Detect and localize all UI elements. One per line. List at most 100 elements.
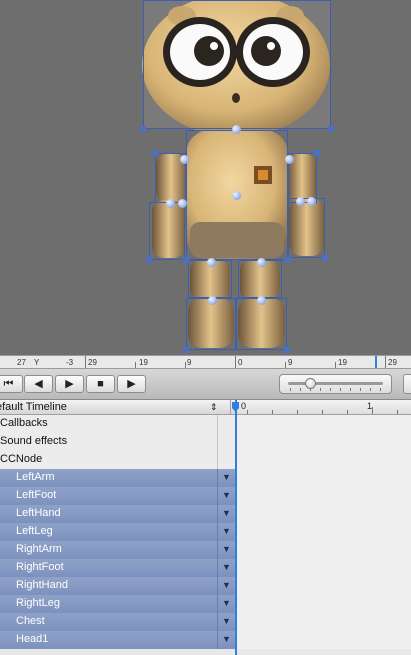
ruler-tick-label: 9 [187, 358, 192, 367]
time-tick [397, 410, 398, 414]
keyframe-track[interactable] [235, 631, 411, 649]
disclosure-arrow-icon[interactable]: ▼ [217, 613, 235, 631]
ruler-tick [135, 362, 136, 368]
stop-button[interactable]: ■ [86, 375, 115, 393]
rewind-to-start-icon: ⏮ [3, 378, 14, 390]
timeline-zoom-slider[interactable] [279, 374, 392, 394]
timeline-row-label: Chest [0, 613, 217, 631]
resize-handle[interactable] [314, 150, 320, 156]
timeline-row-label: Sound effects [0, 433, 217, 451]
anchor-point-handle[interactable] [232, 125, 241, 134]
timeline-row-label: Head1 [0, 631, 217, 649]
timeline-selector[interactable]: efault Timeline ⇕ [0, 400, 235, 415]
updown-arrows-icon: ⇕ [210, 402, 218, 412]
timeline-row[interactable]: LeftArm ▼ [0, 469, 411, 487]
resize-handle[interactable] [328, 126, 334, 132]
timeline-row[interactable]: CCNode [0, 451, 411, 469]
keyframe-track[interactable] [235, 541, 411, 559]
ruler-tick-label: 29 [88, 358, 97, 367]
timeline-row-label: RightArm [0, 541, 217, 559]
column-divider [230, 400, 231, 415]
timeline-row[interactable]: Callbacks [0, 415, 411, 433]
row-spacer [217, 415, 235, 433]
scene-canvas[interactable] [0, 0, 411, 355]
keyframe-track[interactable] [235, 577, 411, 595]
keyframe-track[interactable] [235, 433, 411, 451]
step-forward-button[interactable]: ▶ [55, 375, 84, 393]
ruler-tick [85, 356, 86, 368]
ruler-tick-label: 19 [338, 358, 347, 367]
anchor-point-handle[interactable] [180, 155, 189, 164]
resize-handle[interactable] [322, 255, 328, 261]
anchor-point-handle[interactable] [178, 199, 187, 208]
resize-handle[interactable] [183, 257, 189, 263]
timeline-row[interactable]: RightArm ▼ [0, 541, 411, 559]
resize-handle[interactable] [183, 347, 189, 353]
disclosure-arrow-icon[interactable]: ▼ [217, 631, 235, 649]
keyframe-track[interactable] [235, 559, 411, 577]
anchor-point-handle[interactable] [307, 197, 316, 206]
disclosure-arrow-icon[interactable]: ▼ [217, 541, 235, 559]
disclosure-arrow-icon[interactable]: ▼ [217, 487, 235, 505]
disclosure-arrow-icon[interactable]: ▼ [217, 505, 235, 523]
keyframe-track[interactable] [235, 505, 411, 523]
anchor-point-handle[interactable] [208, 296, 217, 305]
time-tick [247, 410, 248, 414]
timeline-playhead[interactable] [235, 400, 237, 655]
keyframe-track[interactable] [235, 415, 411, 433]
timeline-row-label: RightHand [0, 577, 217, 595]
timeline-row[interactable]: Sound effects [0, 433, 411, 451]
anchor-point-handle[interactable] [257, 296, 266, 305]
ruler-tick [185, 362, 186, 368]
time-label: 0 [241, 401, 247, 411]
resize-handle[interactable] [152, 150, 158, 156]
keyframe-track[interactable] [235, 595, 411, 613]
timeline-row[interactable]: Head1 ▼ [0, 631, 411, 649]
keyframe-track[interactable] [235, 487, 411, 505]
anchor-point-handle[interactable] [166, 199, 175, 208]
ruler-tick [385, 356, 386, 368]
rewind-to-start-button[interactable]: ⏮ [0, 375, 23, 393]
timeline-row[interactable]: LeftHand ▼ [0, 505, 411, 523]
disclosure-arrow-icon[interactable]: ▼ [217, 577, 235, 595]
ruler-y-label: Y [34, 358, 40, 367]
head-selection-box [143, 0, 331, 129]
keyframe-track[interactable] [235, 451, 411, 469]
timeline-title: efault Timeline [0, 401, 67, 413]
step-back-button[interactable]: ◀ [24, 375, 53, 393]
timeline-row-label: RightLeg [0, 595, 217, 613]
timeline-row[interactable]: LeftLeg ▼ [0, 523, 411, 541]
timeline-row[interactable]: RightFoot ▼ [0, 559, 411, 577]
timeline-row-label: LeftArm [0, 469, 217, 487]
play-button[interactable]: ▶ [117, 375, 146, 393]
disclosure-arrow-icon[interactable]: ▼ [217, 559, 235, 577]
anchor-point-handle[interactable] [285, 155, 294, 164]
resize-handle[interactable] [140, 126, 146, 132]
timeline-row[interactable]: RightHand ▼ [0, 577, 411, 595]
timeline-row[interactable]: LeftFoot ▼ [0, 487, 411, 505]
timeline-row[interactable]: Chest ▼ [0, 613, 411, 631]
right-foot-selection-box [236, 298, 287, 350]
timeline-row[interactable]: RightLeg ▼ [0, 595, 411, 613]
disclosure-arrow-icon[interactable]: ▼ [217, 595, 235, 613]
timeline-row-label: LeftLeg [0, 523, 217, 541]
time-tick [297, 410, 298, 414]
timeline-options-button[interactable] [403, 374, 411, 394]
keyframe-track[interactable] [235, 523, 411, 541]
anchor-point-handle[interactable] [296, 197, 305, 206]
anchor-point-handle[interactable] [232, 191, 241, 200]
resize-handle[interactable] [146, 257, 152, 263]
anchor-point-handle[interactable] [257, 258, 266, 267]
timeline-row-label: RightFoot [0, 559, 217, 577]
keyframe-track[interactable] [235, 613, 411, 631]
ruler-y-value: -3 [66, 358, 74, 367]
slider-track [288, 382, 383, 385]
resize-handle[interactable] [285, 257, 291, 263]
disclosure-arrow-icon[interactable]: ▼ [217, 523, 235, 541]
timeline-row-label: LeftFoot [0, 487, 217, 505]
keyframe-track[interactable] [235, 469, 411, 487]
anchor-point-handle[interactable] [207, 258, 216, 267]
resize-handle[interactable] [284, 347, 290, 353]
timeline-time-ruler[interactable]: 0 1 [235, 400, 411, 415]
disclosure-arrow-icon[interactable]: ▼ [217, 469, 235, 487]
